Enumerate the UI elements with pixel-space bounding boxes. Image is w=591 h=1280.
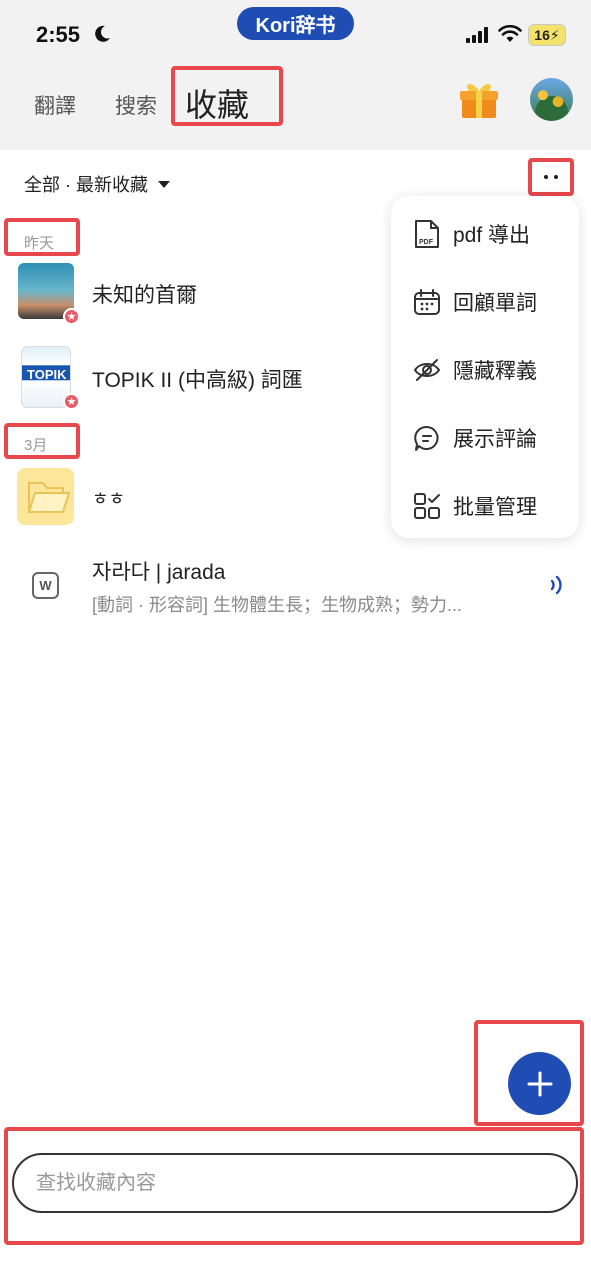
highlight-box-march	[4, 423, 80, 459]
list-item-title[interactable]: 자라다 | jarada	[92, 556, 225, 586]
menu-item-pdf-export[interactable]: PDF pdf 導出	[391, 204, 579, 264]
battery-indicator: 16 ⚡	[528, 24, 566, 46]
filter-dropdown[interactable]: 全部 · 最新收藏	[24, 171, 170, 197]
grid-check-icon	[414, 493, 440, 519]
app-badge: Kori辞书	[237, 7, 354, 40]
speaker-icon[interactable]	[549, 574, 567, 596]
highlight-box-tab	[171, 66, 283, 126]
menu-label: pdf 導出	[453, 224, 531, 247]
folder-icon[interactable]	[17, 468, 74, 525]
menu-item-hide-definitions[interactable]: 隱藏釋義	[391, 340, 579, 400]
svg-text:PDF: PDF	[419, 239, 434, 246]
menu-label: 隱藏釋義	[453, 360, 537, 383]
menu-label: 展示評論	[453, 428, 537, 451]
comment-icon	[414, 425, 439, 451]
star-badge-icon: ★	[63, 393, 80, 410]
highlight-box-more	[528, 158, 574, 196]
calendar-icon	[414, 289, 440, 315]
menu-label: 批量管理	[453, 496, 537, 519]
star-badge-icon: ★	[63, 308, 80, 325]
highlight-box-yesterday	[4, 218, 80, 256]
list-item-subtitle: [動詞 · 形容詞] 生物體生長；生物成熟；勢力...	[92, 595, 463, 615]
highlight-box-fab	[474, 1020, 584, 1126]
menu-item-show-comments[interactable]: 展示評論	[391, 408, 579, 468]
tab-translate[interactable]: 翻譯	[34, 90, 76, 120]
eye-off-icon	[413, 359, 441, 381]
filter-label: 全部 · 最新收藏	[24, 175, 148, 195]
tab-search[interactable]: 搜索	[115, 90, 157, 120]
gift-icon[interactable]	[458, 80, 500, 120]
moon-icon	[95, 25, 110, 42]
cover-text: TOPIK	[27, 367, 67, 382]
folder-shape	[27, 482, 71, 513]
menu-label: 回顧單詞	[453, 292, 537, 315]
word-icon: W	[32, 572, 59, 599]
highlight-box-search	[4, 1127, 584, 1245]
list-item-title[interactable]: TOPIK II (中高級) 詞匯	[92, 364, 303, 394]
pdf-icon: PDF	[415, 220, 439, 248]
avatar[interactable]	[530, 78, 573, 121]
status-time: 2:55	[36, 22, 81, 47]
list-item-title[interactable]: 未知的首爾	[92, 279, 197, 309]
caret-down-icon	[158, 180, 170, 188]
menu-item-review-words[interactable]: 回顧單詞	[391, 272, 579, 332]
wifi-icon	[498, 25, 522, 42]
charging-bolt-icon: ⚡	[549, 26, 560, 43]
menu-item-batch-manage[interactable]: 批量管理	[391, 476, 579, 536]
signal-icon	[466, 27, 488, 43]
more-options-menu: PDF pdf 導出 回顧單詞 隱藏釋義 展示評論 批量管理	[391, 196, 579, 538]
list-item-title[interactable]: ㅎㅎ	[92, 485, 125, 511]
